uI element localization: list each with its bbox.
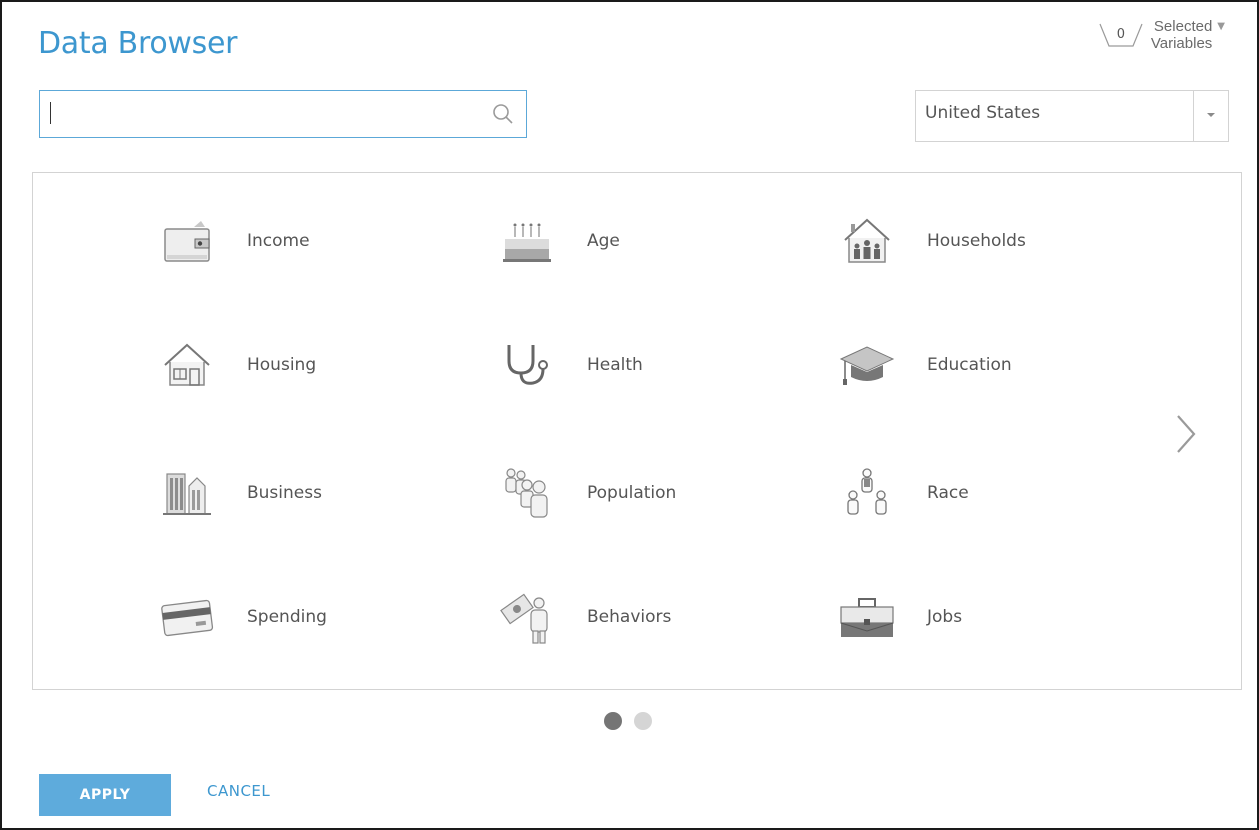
category-label: Race [927,483,969,503]
category-health[interactable]: Health [499,337,643,393]
category-label: Housing [247,355,317,375]
category-grid: Income Age Households Housing Health Edu… [32,172,1242,690]
people-group-icon [839,465,895,521]
house-family-icon [839,213,895,269]
category-label: Spending [247,607,327,627]
chevron-right-icon[interactable] [1175,414,1197,454]
category-housing[interactable]: Housing [159,337,316,393]
chevron-down-icon[interactable] [1206,111,1216,119]
category-households[interactable]: Households [839,213,1026,269]
house-icon [159,337,215,393]
stethoscope-icon [499,337,555,393]
selected-count: 0 [1116,27,1126,42]
page-dot-2[interactable] [634,712,652,730]
category-label: Business [247,483,322,503]
category-spending[interactable]: Spending [159,589,327,645]
geography-selected-value: United States [925,103,1041,123]
category-label: Behaviors [587,607,672,627]
category-label: Age [587,231,620,251]
category-behaviors[interactable]: Behaviors [499,589,671,645]
category-race[interactable]: Race [839,465,969,521]
geography-select[interactable]: United States [915,90,1229,142]
selected-count-badge: 0 [1099,22,1143,48]
caret-down-icon: ▼ [1217,21,1225,32]
page-title: Data Browser [38,26,238,61]
category-label: Population [587,483,677,503]
selected-variables-toggle[interactable]: 0 Selected Variables ▼ [1099,18,1225,52]
page-dot-1[interactable] [604,712,622,730]
money-person-icon [499,589,555,645]
category-label: Income [247,231,310,251]
buildings-icon [159,465,215,521]
search-icon[interactable] [492,103,514,125]
category-education[interactable]: Education [839,337,1012,393]
category-label: Jobs [927,607,963,627]
search-box[interactable] [39,90,527,138]
graduation-cap-icon [839,337,895,393]
briefcase-icon [839,589,895,645]
crowd-icon [499,465,555,521]
category-business[interactable]: Business [159,465,322,521]
cancel-button[interactable]: CANCEL [207,782,270,800]
category-label: Education [927,355,1012,375]
select-divider [1193,91,1194,141]
search-input[interactable] [48,99,492,131]
apply-button[interactable]: APPLY [39,774,171,816]
wallet-icon [159,213,215,269]
selected-variables-label: Selected Variables [1150,18,1213,52]
pagination-dots [604,712,652,730]
category-label: Health [587,355,643,375]
category-income[interactable]: Income [159,213,310,269]
category-jobs[interactable]: Jobs [839,589,962,645]
category-population[interactable]: Population [499,465,676,521]
category-label: Households [927,231,1026,251]
data-browser-dialog: Data Browser 0 Selected Variables ▼ Unit… [0,0,1259,830]
credit-card-icon [159,589,215,645]
birthday-cake-icon [499,213,555,269]
category-age[interactable]: Age [499,213,620,269]
